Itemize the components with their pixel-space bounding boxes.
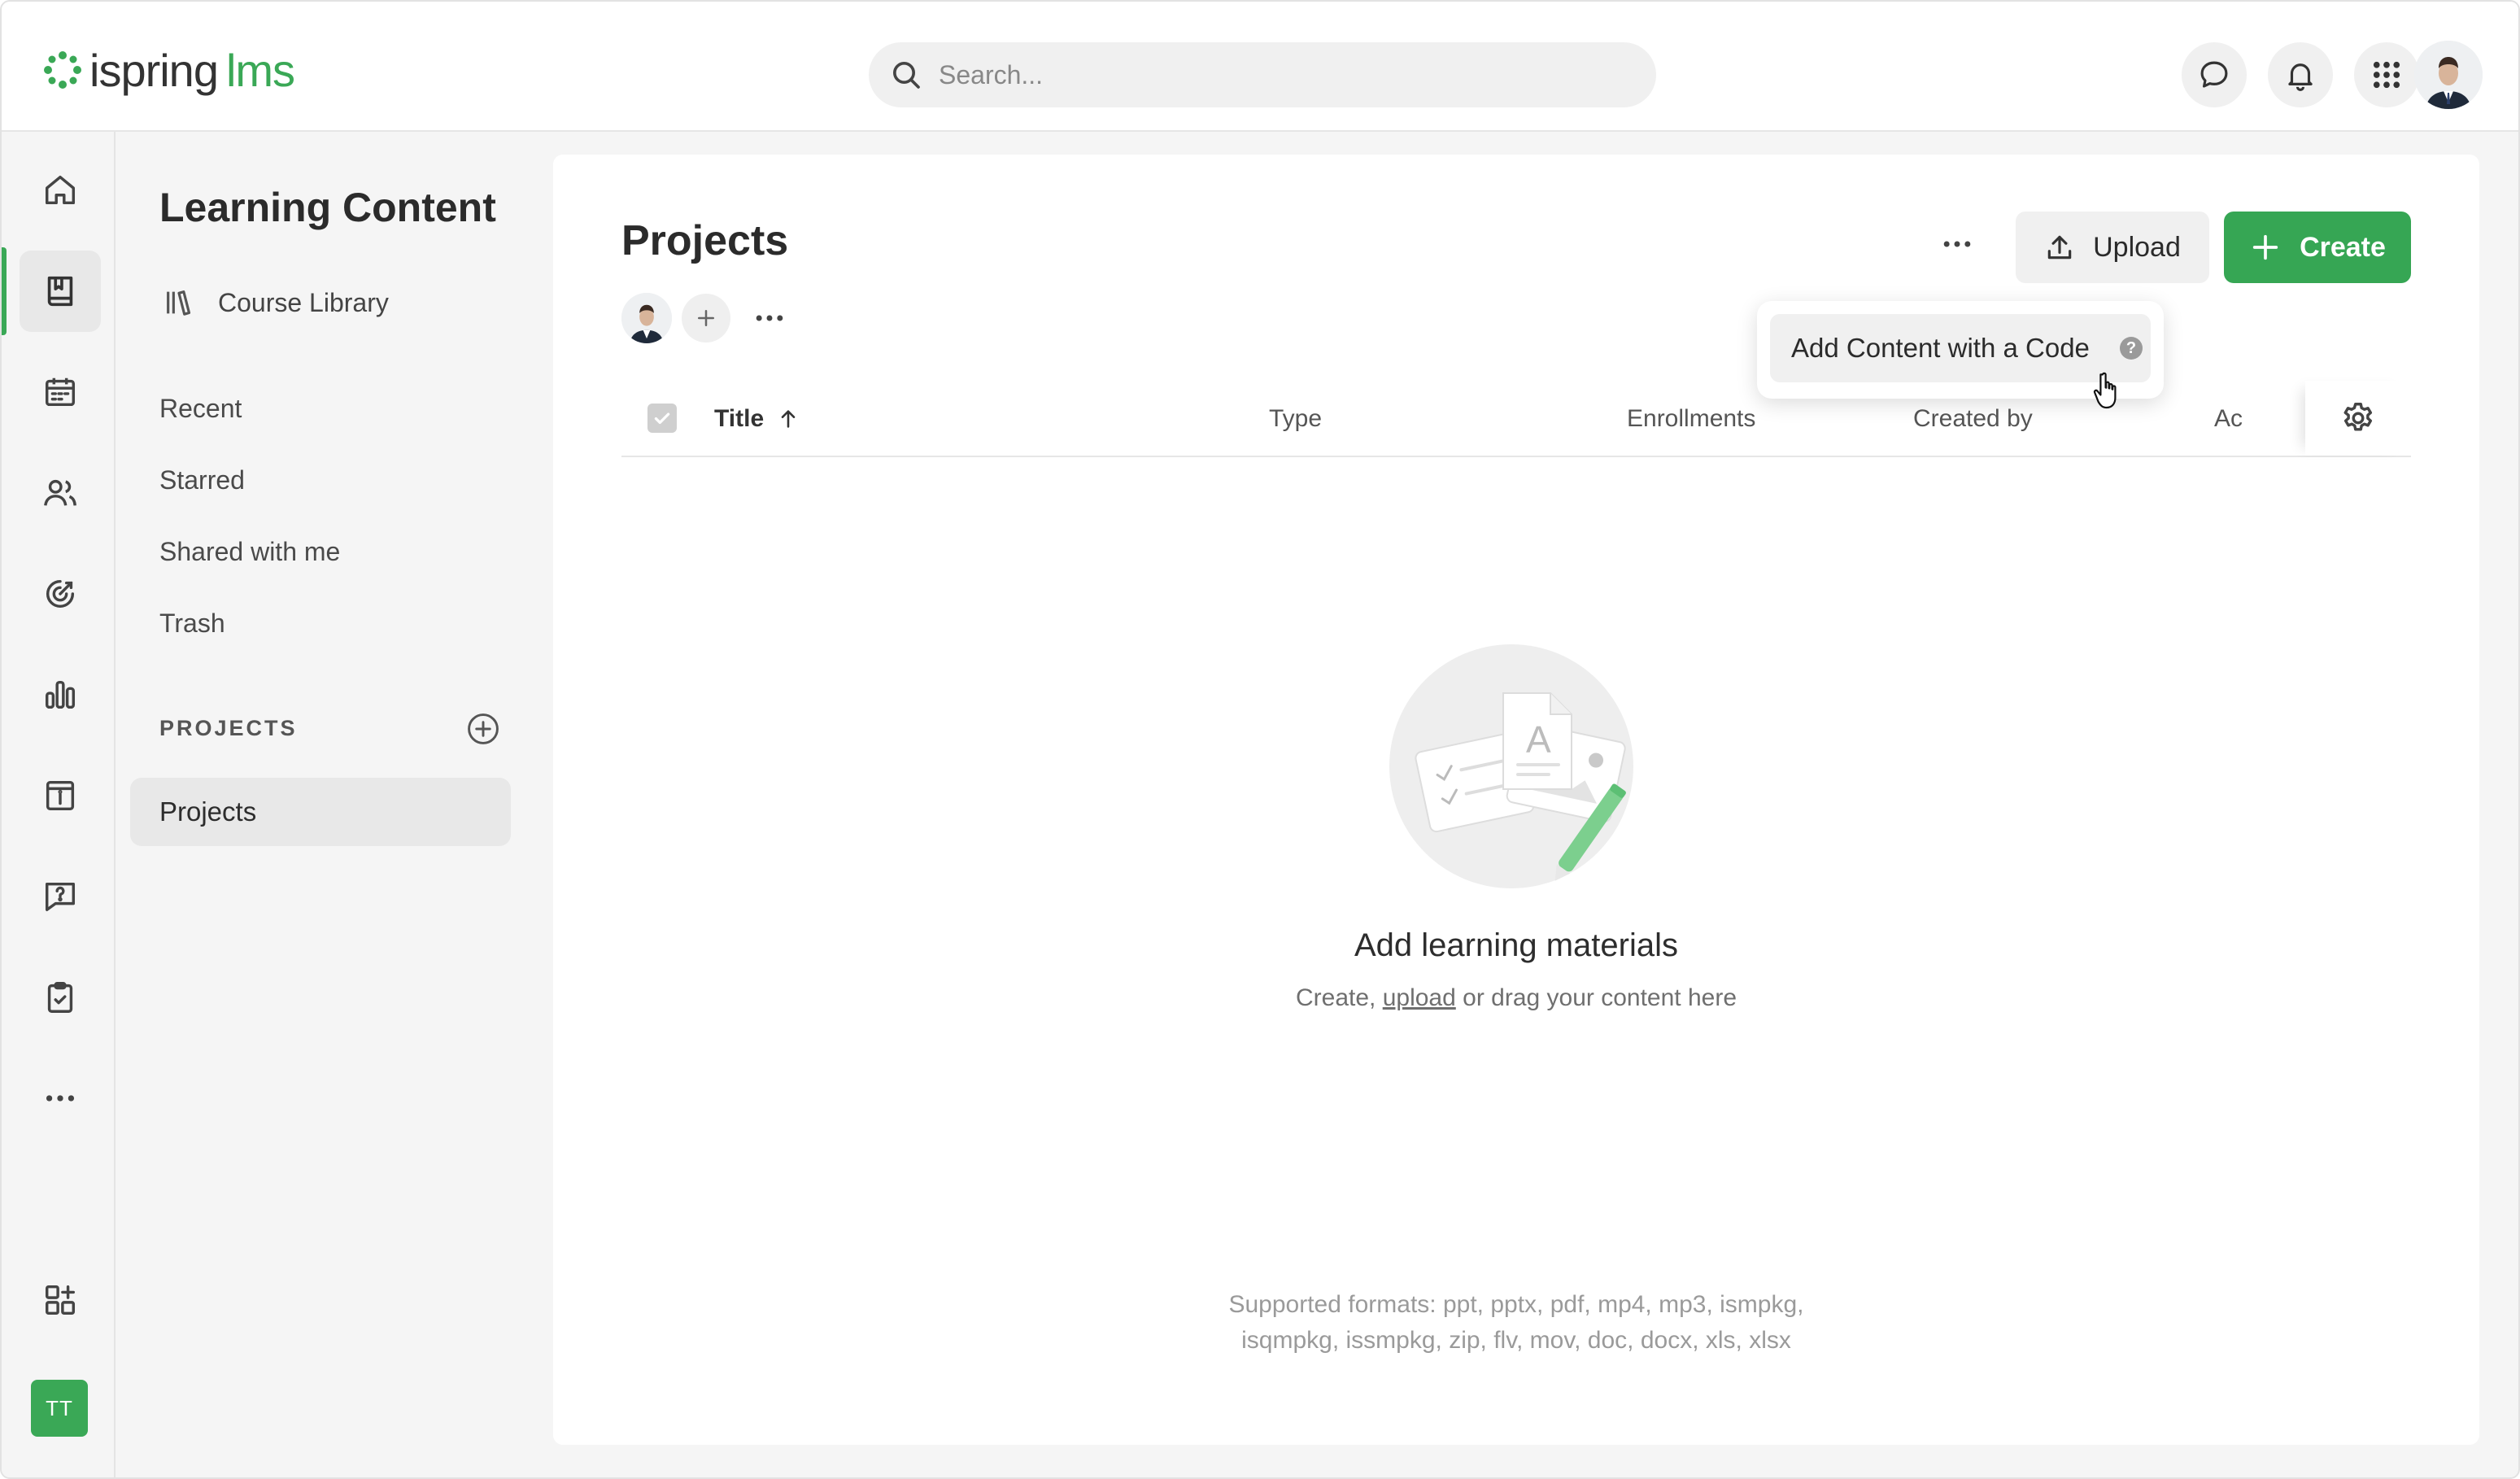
sidebar-item-recent[interactable]: Recent [159, 394, 242, 424]
empty-state-illustration: A [1389, 644, 1633, 888]
hand-cursor-icon [2093, 372, 2117, 409]
user-photo-icon [621, 293, 672, 343]
sidebar-item-shared[interactable]: Shared with me [159, 537, 340, 567]
ispring-logo[interactable]: ispring lms [42, 44, 295, 97]
users-icon [44, 479, 76, 506]
member-avatar[interactable] [621, 293, 672, 343]
column-truncated[interactable]: Ac [2214, 405, 2243, 433]
formats-line-1: Supported formats: ppt, pptx, pdf, mp4, … [1228, 1291, 1804, 1318]
sidebar-item-projects[interactable]: Projects [130, 778, 511, 846]
sidebar-item-starred[interactable]: Starred [159, 465, 245, 495]
active-indicator [2, 247, 7, 335]
empty-state-subtitle: Create, upload or drag your content here [553, 984, 2479, 1012]
upload-link[interactable]: upload [1383, 984, 1456, 1011]
upload-label: Upload [2093, 231, 2181, 263]
rail-learning-content[interactable] [20, 251, 101, 332]
search-icon [893, 62, 920, 89]
home-icon [45, 175, 76, 205]
library-icon [167, 290, 191, 316]
logo-mark-icon [44, 51, 81, 89]
clipboard-check-icon [47, 982, 73, 1013]
user-avatar[interactable] [2414, 41, 2483, 109]
gear-icon [2343, 403, 2373, 431]
svg-text:A: A [1526, 718, 1551, 761]
members-more-button[interactable] [752, 302, 792, 334]
calendar-icon [45, 377, 76, 407]
bell-icon [2288, 63, 2313, 91]
upload-icon [2047, 235, 2072, 260]
grid-apps-icon [2373, 61, 2400, 89]
check-icon [654, 412, 670, 425]
course-library-label: Course Library [218, 287, 389, 317]
logo-text: ispring lms [89, 44, 295, 97]
column-settings-button[interactable] [2305, 381, 2411, 456]
sidebar-title: Learning Content [159, 185, 496, 230]
rail-info[interactable] [20, 755, 101, 836]
projects-section-header: PROJECTS [159, 716, 298, 740]
add-content-with-code-label: Add Content with a Code [1791, 333, 2090, 363]
page-title: Projects [621, 217, 789, 264]
chat-bubble-icon [2200, 61, 2228, 88]
question-message-icon [45, 882, 76, 912]
rail-calendar[interactable] [20, 351, 101, 433]
column-title[interactable]: Title [714, 405, 800, 433]
project-members [621, 293, 792, 343]
sidebar-item-trash[interactable]: Trash [159, 609, 225, 639]
column-type[interactable]: Type [1269, 405, 1322, 433]
rail-users[interactable] [20, 452, 101, 534]
logo-word: ispring [89, 44, 219, 96]
column-created-by[interactable]: Created by [1913, 405, 2033, 433]
empty-sub-suffix: or drag your content here [1455, 984, 1737, 1011]
chat-button[interactable] [2182, 42, 2247, 107]
sort-ascending-icon [781, 410, 796, 428]
plus-icon [698, 310, 714, 326]
logo-suffix: lms [225, 44, 295, 96]
supported-formats: Supported formats: ppt, pptx, pdf, mp4, … [553, 1287, 2479, 1359]
help-icon[interactable]: ? [2120, 337, 2143, 360]
plus-icon [2252, 234, 2278, 260]
rail-more[interactable] [20, 1058, 101, 1139]
app-window: ispring lms Search... TT Learning Conten… [0, 0, 2520, 1479]
sidebar-item-course-library[interactable]: Course Library [163, 286, 389, 319]
notifications-button[interactable] [2268, 42, 2333, 107]
more-horizontal-icon [1943, 241, 1971, 247]
user-initials-badge[interactable]: TT [31, 1380, 88, 1437]
column-enrollments[interactable]: Enrollments [1627, 405, 1755, 433]
empty-sub-prefix: Create, [1295, 984, 1383, 1011]
top-bar: ispring lms [2, 2, 2518, 132]
rail-questions[interactable] [20, 856, 101, 937]
column-title-label: Title [714, 405, 765, 432]
rail-reports[interactable] [20, 654, 101, 735]
apps-add-icon [45, 1285, 76, 1315]
rail-goals[interactable] [20, 553, 101, 635]
add-project-icon[interactable] [465, 711, 501, 747]
upload-button[interactable]: Upload [2016, 212, 2209, 283]
more-horizontal-icon [756, 315, 783, 321]
user-photo-icon [2414, 41, 2483, 109]
formats-line-2: isqmpkg, issmpkg, zip, flv, mov, doc, do… [1241, 1327, 1791, 1354]
rail-assignments[interactable] [20, 957, 101, 1038]
search-input[interactable] [939, 59, 1589, 90]
main-panel: Projects Upload Create Title Type Enroll… [553, 155, 2479, 1445]
empty-state-title: Add learning materials [1354, 927, 1678, 963]
more-horizontal-icon [46, 1095, 75, 1102]
create-button[interactable]: Create [2224, 212, 2411, 283]
bar-chart-icon [45, 680, 76, 709]
book-icon [47, 276, 73, 307]
search-bar[interactable] [869, 42, 1656, 107]
rail-home[interactable] [20, 150, 101, 231]
target-icon [46, 579, 75, 609]
select-all-checkbox[interactable] [647, 404, 677, 433]
create-label: Create [2300, 231, 2386, 263]
left-rail: TT [2, 132, 116, 1477]
info-doc-icon [46, 780, 75, 811]
content-sidebar: Learning Content Course Library Recent S… [117, 132, 540, 1477]
apps-button[interactable] [2354, 42, 2419, 107]
add-member-button[interactable] [682, 294, 730, 342]
rail-add-apps[interactable] [20, 1259, 101, 1341]
more-options-button[interactable] [1931, 218, 1983, 270]
